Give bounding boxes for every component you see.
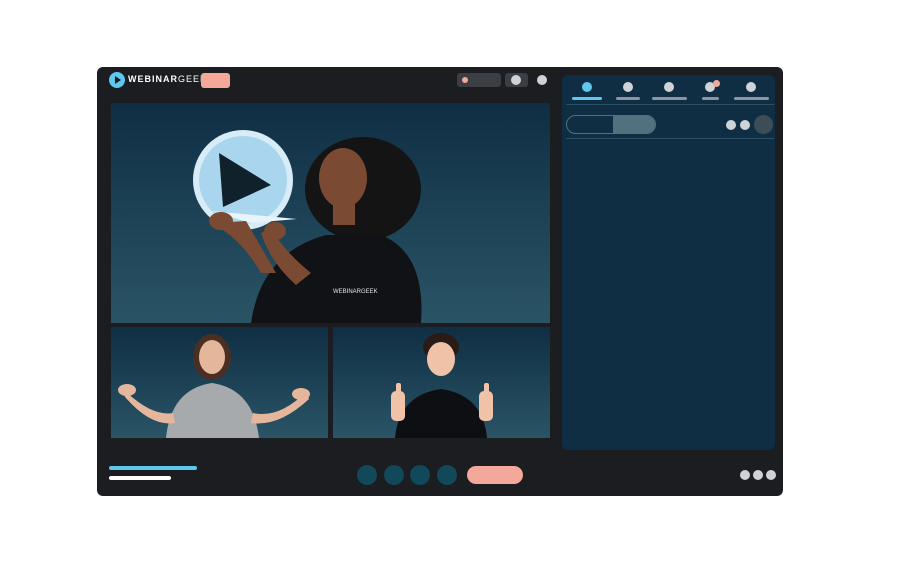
toggle-knob-icon	[511, 75, 521, 85]
presenter-video-frame: WEBINARGEEK	[193, 130, 422, 323]
brand-name: WEBINARGEEK	[128, 74, 207, 84]
leave-button[interactable]	[467, 466, 523, 484]
more-option-3-icon[interactable]	[766, 470, 776, 480]
record-dot-icon	[462, 77, 468, 83]
tab-more-label[interactable]	[734, 97, 769, 100]
settings-button[interactable]	[537, 75, 547, 85]
camera-button[interactable]	[384, 465, 404, 485]
chat-filter-toggle[interactable]	[566, 115, 656, 134]
webinar-subtitle-placeholder	[109, 476, 171, 480]
participant-video-1[interactable]	[111, 327, 328, 438]
screen-share-button[interactable]	[410, 465, 430, 485]
participant-1-frame	[118, 334, 310, 438]
main-stage-video: WEBINARGEEK	[111, 103, 550, 323]
microphone-button[interactable]	[357, 465, 377, 485]
participant-video-2[interactable]	[333, 327, 550, 438]
shirt-logo-text: WEBINARGEEK	[333, 289, 378, 295]
recording-button[interactable]	[457, 73, 501, 87]
webinargeek-logo-icon	[109, 72, 125, 88]
panel-option-2-icon[interactable]	[740, 120, 750, 130]
tab-polls-icon[interactable]	[664, 82, 674, 92]
brand-name-bold: WEBINAR	[128, 74, 178, 84]
live-badge[interactable]	[201, 73, 230, 88]
tab-more-icon[interactable]	[746, 82, 756, 92]
layout-button[interactable]	[437, 465, 457, 485]
more-option-2-icon[interactable]	[753, 470, 763, 480]
tab-chat-indicator[interactable]	[572, 97, 602, 100]
panel-divider	[566, 138, 774, 139]
tab-questions-icon[interactable]	[623, 82, 633, 92]
camera-toggle-button[interactable]	[505, 73, 528, 87]
tab-divider	[566, 104, 774, 105]
chat-filter-toggle-selected[interactable]	[613, 116, 655, 133]
tab-questions-label[interactable]	[616, 97, 640, 100]
tab-chat-icon[interactable]	[582, 82, 592, 92]
play-trophy-icon	[193, 130, 297, 230]
tab-polls-label[interactable]	[652, 97, 687, 100]
panel-option-1-icon[interactable]	[726, 120, 736, 130]
tab-attendees-label[interactable]	[702, 97, 719, 100]
user-avatar[interactable]	[754, 115, 773, 134]
more-option-1-icon[interactable]	[740, 470, 750, 480]
notification-badge	[713, 80, 720, 87]
webinar-title-placeholder	[109, 466, 197, 470]
participant-2-frame	[391, 333, 493, 438]
